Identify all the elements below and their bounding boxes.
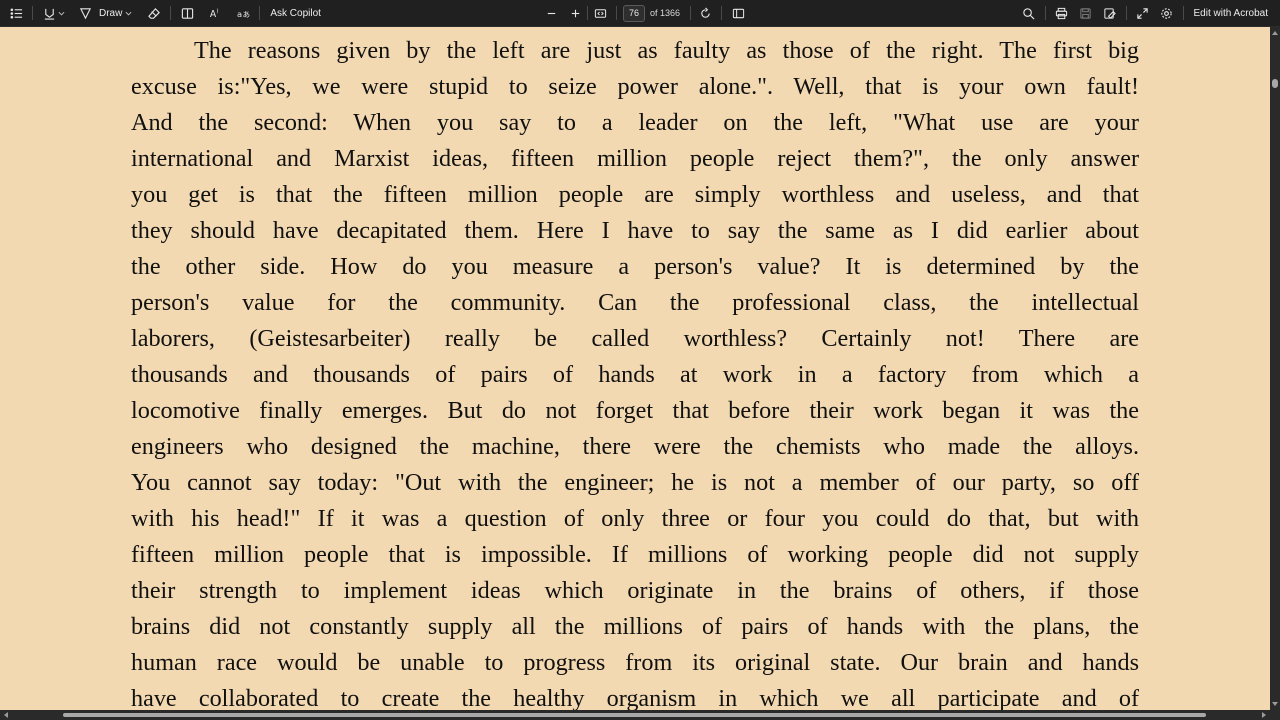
translate-icon[interactable]: aあ bbox=[233, 2, 253, 24]
page-total: of 1366 bbox=[650, 8, 681, 18]
draw-icon[interactable] bbox=[75, 2, 95, 24]
text-line: thousands and thousands of pairs of hand… bbox=[131, 361, 1139, 388]
toolbar-divider bbox=[259, 6, 261, 20]
read-aloud-icon[interactable]: A) bbox=[205, 2, 225, 24]
rotate-icon[interactable] bbox=[695, 2, 715, 24]
save-as-icon[interactable] bbox=[1100, 2, 1120, 24]
text-line: locomotive finally emerges. But do not f… bbox=[131, 397, 1139, 424]
text-line: The reasons given by the left are just a… bbox=[194, 37, 1139, 64]
highlight-icon[interactable] bbox=[39, 2, 59, 24]
svg-text:a: a bbox=[237, 9, 242, 19]
toolbar-divider bbox=[32, 6, 33, 20]
page-view-icon[interactable] bbox=[728, 2, 748, 24]
toolbar-divider bbox=[1125, 6, 1127, 20]
toolbar-divider bbox=[587, 6, 588, 20]
toolbar-divider bbox=[690, 6, 692, 20]
text-line: laborers, (Geistesarbeiter) really be ca… bbox=[131, 325, 1139, 352]
zoom-out-icon[interactable] bbox=[541, 2, 561, 24]
text-line: engineers who designed the machine, ther… bbox=[131, 433, 1139, 460]
save-icon[interactable] bbox=[1076, 2, 1096, 24]
scroll-down-icon[interactable] bbox=[1272, 702, 1278, 706]
text-line: they should have decapitated them. Here … bbox=[131, 217, 1139, 244]
ask-copilot-button[interactable]: Ask Copilot bbox=[266, 8, 325, 19]
scroll-right-icon[interactable] bbox=[1262, 712, 1266, 718]
toolbar-divider bbox=[170, 6, 172, 20]
horizontal-scrollbar[interactable] bbox=[0, 710, 1280, 720]
erase-icon[interactable] bbox=[144, 2, 164, 24]
text-line: their strength to implement ideas which … bbox=[131, 577, 1139, 604]
text-line: excuse is:"Yes, we were stupid to seize … bbox=[131, 73, 1139, 100]
toolbar-divider bbox=[616, 6, 617, 20]
page-text: The reasons given by the left are just a… bbox=[131, 33, 1139, 710]
search-icon[interactable] bbox=[1019, 2, 1039, 24]
document-viewport: The reasons given by the left are just a… bbox=[0, 27, 1270, 710]
scrollbar-corner bbox=[1270, 710, 1280, 720]
edit-with-acrobat-button[interactable]: Edit with Acrobat bbox=[1190, 8, 1272, 19]
toolbar-divider bbox=[1044, 6, 1046, 20]
text-line: human race would be unable to progress f… bbox=[131, 649, 1139, 676]
print-icon[interactable] bbox=[1052, 2, 1072, 24]
draw-button[interactable]: Draw bbox=[95, 8, 126, 19]
scroll-up-icon[interactable] bbox=[1272, 31, 1278, 35]
text-line: international and Marxist ideas, fifteen… bbox=[131, 145, 1139, 172]
contents-icon[interactable] bbox=[6, 2, 26, 24]
toolbar-divider bbox=[721, 6, 723, 20]
text-line: person's value for the community. Can th… bbox=[131, 289, 1139, 316]
text-line: And the second: When you say to a leader… bbox=[131, 109, 1139, 136]
fit-page-icon[interactable] bbox=[590, 2, 610, 24]
chevron-down-icon[interactable] bbox=[124, 2, 132, 24]
page-number-input[interactable] bbox=[623, 4, 645, 22]
text-line: you get is that the fifteen million peop… bbox=[131, 181, 1139, 208]
text-line: have collaborated to create the healthy … bbox=[131, 685, 1139, 710]
text-line: You cannot say today: "Out with the engi… bbox=[131, 469, 1139, 496]
svg-text:): ) bbox=[216, 8, 218, 14]
zoom-in-icon[interactable] bbox=[565, 2, 585, 24]
vertical-scrollbar[interactable] bbox=[1270, 27, 1280, 710]
scroll-left-icon[interactable] bbox=[4, 712, 8, 718]
text-line: fifteen million people that is impossibl… bbox=[131, 541, 1139, 568]
chevron-down-icon[interactable] bbox=[57, 2, 65, 24]
toolbar-divider bbox=[1182, 6, 1184, 20]
settings-icon[interactable] bbox=[1157, 2, 1177, 24]
text-line: with his head!" If it was a question of … bbox=[131, 505, 1139, 532]
svg-text:あ: あ bbox=[242, 10, 249, 19]
fullscreen-icon[interactable] bbox=[1133, 2, 1153, 24]
vertical-scroll-thumb[interactable] bbox=[1272, 79, 1278, 88]
pdf-toolbar: Draw A) aあ Ask Copilot of bbox=[0, 0, 1280, 27]
horizontal-scroll-thumb[interactable] bbox=[63, 713, 1206, 717]
text-line: the other side. How do you measure a per… bbox=[131, 253, 1139, 280]
text-line: brains did not constantly supply all the… bbox=[131, 613, 1139, 640]
text-box-icon[interactable] bbox=[177, 2, 197, 24]
